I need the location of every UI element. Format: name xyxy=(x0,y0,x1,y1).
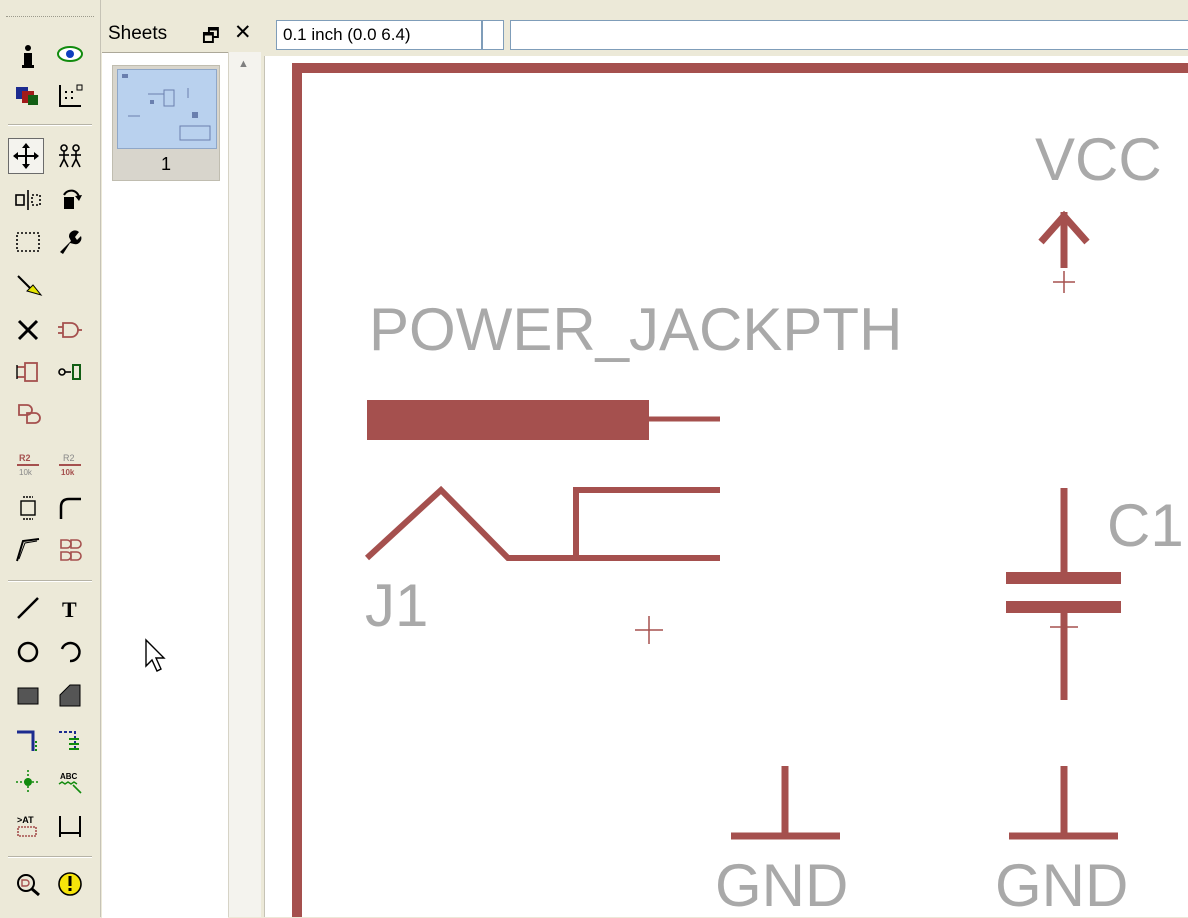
sheets-panel-header: Sheets 🗗 ✕ xyxy=(102,18,260,50)
copy-icon[interactable] xyxy=(52,138,88,174)
group-icon[interactable] xyxy=(10,224,46,260)
sheets-list: 1 xyxy=(102,52,228,918)
info-icon[interactable] xyxy=(10,38,46,74)
vcc-arrow xyxy=(1038,210,1090,268)
cap-origin xyxy=(1050,613,1078,641)
sheet-number: 1 xyxy=(160,154,171,174)
schematic-canvas[interactable]: VCC POWER_JACKPTH J1 C1 GND GND xyxy=(264,56,1188,917)
value-icon[interactable]: R2 10k xyxy=(52,446,88,482)
wire-icon[interactable] xyxy=(10,590,46,626)
vcc-label: VCC xyxy=(1035,126,1162,193)
erc-icon[interactable] xyxy=(10,866,46,902)
invoke-icon[interactable] xyxy=(52,532,88,568)
display-layers-icon[interactable] xyxy=(10,78,46,114)
toolbar-separator xyxy=(8,124,92,126)
gnd-symbol-1 xyxy=(731,766,840,840)
net-icon[interactable] xyxy=(52,722,88,758)
gnd2-label: GND xyxy=(995,852,1128,917)
sheets-scrollbar[interactable]: ▲ xyxy=(228,52,261,917)
errors-icon[interactable] xyxy=(52,866,88,902)
gnd1-label: GND xyxy=(715,852,848,917)
pinswap-icon[interactable] xyxy=(10,354,46,390)
mouse-cursor-icon xyxy=(144,638,168,679)
jack-ref-label: J1 xyxy=(365,572,428,639)
coordinate-display: 0.1 inch (0.0 6.4) xyxy=(276,20,482,50)
change-icon[interactable] xyxy=(52,224,88,260)
circle-icon[interactable] xyxy=(10,634,46,670)
attribute-icon[interactable]: >AT xyxy=(10,808,46,844)
svg-text:10k: 10k xyxy=(61,468,75,477)
sheet-thumbnail[interactable]: 1 xyxy=(112,65,220,181)
sheets-panel-title: Sheets xyxy=(108,23,168,44)
move-icon[interactable] xyxy=(8,138,44,174)
svg-text:R2: R2 xyxy=(63,453,75,463)
command-line-input[interactable] xyxy=(510,20,1188,50)
grid-icon[interactable] xyxy=(52,78,88,114)
svg-text:>AT: >AT xyxy=(17,815,34,825)
scroll-up-icon[interactable]: ▲ xyxy=(238,58,249,70)
float-panel-icon[interactable]: 🗗 xyxy=(202,22,220,54)
bus-icon[interactable] xyxy=(10,722,46,758)
vcc-origin xyxy=(1053,271,1075,293)
polygon-icon[interactable] xyxy=(52,678,88,714)
rect-icon[interactable] xyxy=(10,678,46,714)
svg-text:10k: 10k xyxy=(19,468,33,477)
smash-icon[interactable] xyxy=(10,490,46,526)
coordinate-extra-field xyxy=(482,20,504,50)
jack-contact xyxy=(364,485,720,561)
cap-ref-label: C1 xyxy=(1107,492,1184,559)
jack-barrel xyxy=(367,400,649,440)
rotate-icon[interactable] xyxy=(52,182,88,218)
mirror-icon[interactable] xyxy=(10,182,46,218)
toolbar-separator xyxy=(8,580,92,582)
paste-icon[interactable] xyxy=(10,268,46,304)
sheets-panel: Sheets 🗗 ✕ 1 ▲ xyxy=(102,18,261,918)
add-icon[interactable] xyxy=(52,312,88,348)
toolbar-separator xyxy=(8,856,92,858)
dimension-icon[interactable] xyxy=(52,808,88,844)
jack-origin xyxy=(635,616,663,644)
arc-icon[interactable] xyxy=(52,634,88,670)
text-icon[interactable]: T xyxy=(52,590,88,626)
miter-icon[interactable] xyxy=(52,490,88,526)
toolbar-grip[interactable] xyxy=(6,16,94,21)
show-icon[interactable] xyxy=(52,36,88,72)
sheet-preview xyxy=(117,69,217,149)
delete-icon[interactable] xyxy=(10,312,46,348)
junction-icon[interactable] xyxy=(10,764,46,800)
close-panel-icon[interactable]: ✕ xyxy=(234,20,252,45)
replace-icon[interactable] xyxy=(10,396,46,432)
capacitor-c1 xyxy=(1006,488,1121,700)
frame-border xyxy=(292,63,1188,917)
command-toolbar: R2 10k R2 10k T ABC >AT xyxy=(0,0,101,917)
svg-text:R2: R2 xyxy=(19,453,31,463)
gateswap-icon[interactable] xyxy=(52,354,88,390)
jack-name-label: POWER_JACKPTH xyxy=(369,296,902,363)
split-icon[interactable] xyxy=(10,532,46,568)
svg-text:ABC: ABC xyxy=(60,772,78,781)
gnd-symbol-2 xyxy=(1009,766,1118,840)
svg-text:T: T xyxy=(62,597,77,622)
command-bar: 0.1 inch (0.0 6.4) xyxy=(264,16,1188,54)
label-icon[interactable]: ABC xyxy=(52,764,88,800)
name-icon[interactable]: R2 10k xyxy=(10,446,46,482)
